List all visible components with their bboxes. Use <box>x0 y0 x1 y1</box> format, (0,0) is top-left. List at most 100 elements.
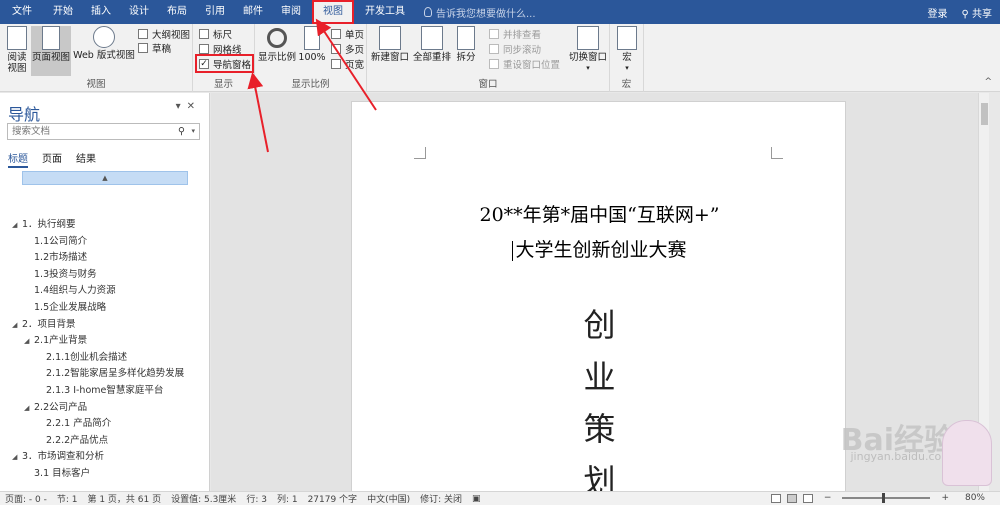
ruler-checkbox[interactable]: 标尺 <box>199 27 232 41</box>
macro-record-icon[interactable]: ▣ <box>472 494 481 504</box>
expand-triangle-icon[interactable]: ◢ <box>24 400 34 417</box>
page-width-button[interactable]: 页宽 <box>331 57 364 71</box>
outline-view-button[interactable]: 大纲视图 <box>138 27 190 41</box>
zoom-slider[interactable] <box>842 493 931 503</box>
outline-item[interactable]: ◢ 3．市场调查和分析 <box>0 449 210 466</box>
new-window-button[interactable]: 新建窗口 <box>370 26 410 63</box>
tab-layout[interactable]: 布局 <box>158 0 196 24</box>
outline-item[interactable]: 2.2.1 产品简介 <box>0 416 210 433</box>
status-page-count[interactable]: 第 1 页，共 61 页 <box>87 492 161 505</box>
outline-item[interactable]: 2.1.2智能家居呈多样化趋势发展 <box>0 366 210 383</box>
one-page-button[interactable]: 单页 <box>331 27 364 41</box>
selected-heading-bar[interactable]: ▲ <box>22 171 188 185</box>
zoom-100-button[interactable]: 100% <box>298 26 326 63</box>
outline-item[interactable]: 1.2市场描述 <box>0 250 210 267</box>
tab-home[interactable]: 开始 <box>44 0 82 24</box>
status-position[interactable]: 设置值: 5.3厘米 <box>171 492 236 505</box>
lightbulb-icon <box>424 7 432 17</box>
macro-icon <box>617 26 637 50</box>
outline-item[interactable]: ◢ 2.2公司产品 <box>0 400 210 417</box>
zoom-group-label: 显示比例 <box>291 79 330 90</box>
login-link[interactable]: 登录 <box>927 5 947 20</box>
outline-item[interactable]: 2.1.1创业机会描述 <box>0 350 210 367</box>
expand-triangle-icon[interactable]: ◢ <box>12 449 22 466</box>
multi-page-button[interactable]: 多页 <box>331 42 364 56</box>
nav-pane-title: 导航 <box>8 105 41 124</box>
status-language[interactable]: 中文(中国) <box>367 492 410 505</box>
zoom-out-icon[interactable]: − <box>824 493 832 503</box>
scroll-thumb[interactable] <box>981 103 988 125</box>
read-view-icon[interactable] <box>770 493 781 503</box>
read-mode-button[interactable]: 阅读 视图 <box>3 26 31 74</box>
outline-item[interactable]: 3.1 目标客户 <box>0 466 210 483</box>
outline-item-label: 1．执行纲要 <box>22 219 76 230</box>
sync-scroll-button[interactable]: 同步滚动 <box>489 42 541 56</box>
outline-item-label: 1.4组织与人力资源 <box>34 285 116 297</box>
document-page[interactable]: 20**年第*届中国“互联网+” 大学生创新创业大赛 创 业 策 划 <box>351 101 846 501</box>
share-button[interactable]: ⚲ 共享 <box>961 5 992 20</box>
reset-position-label: 重设窗口位置 <box>503 60 561 71</box>
tab-mailings[interactable]: 邮件 <box>234 0 272 24</box>
zoom-slider-knob[interactable] <box>882 493 886 503</box>
tab-pages[interactable]: 页面 <box>42 150 62 168</box>
reset-position-button[interactable]: 重设窗口位置 <box>489 57 560 71</box>
outline-icon <box>138 29 148 39</box>
big-char-2: 业 <box>583 358 616 396</box>
status-section[interactable]: 节: 1 <box>57 492 78 505</box>
status-row[interactable]: 行: 3 <box>246 492 267 505</box>
status-col[interactable]: 列: 1 <box>277 492 298 505</box>
zoom-level[interactable]: 80% <box>965 493 985 503</box>
print-layout-label: 页面视图 <box>31 52 70 63</box>
nav-pane-controls[interactable]: ▾✕ <box>176 101 201 112</box>
side-by-side-button[interactable]: 并排查看 <box>489 27 541 41</box>
status-track-changes[interactable]: 修订: 关闭 <box>420 492 462 505</box>
arrange-all-button[interactable]: 全部重排 <box>412 26 452 63</box>
tell-me-box[interactable]: 告诉我您想要做什么... <box>424 5 536 20</box>
web-layout-button[interactable]: Web 版式视图 <box>73 26 135 61</box>
outline-item[interactable]: ◢ 1．执行纲要 <box>0 217 210 234</box>
multi-page-icon <box>331 44 341 54</box>
tab-design[interactable]: 设计 <box>120 0 158 24</box>
status-word-count[interactable]: 27179 个字 <box>308 492 358 505</box>
outline-item[interactable]: 1.5企业发展战略 <box>0 300 210 317</box>
outline-item[interactable]: ◢ 2.1产业背景 <box>0 333 210 350</box>
outline-item[interactable]: 1.4组织与人力资源 <box>0 283 210 300</box>
tab-review[interactable]: 审阅 <box>272 0 310 24</box>
zoom-in-icon[interactable]: + <box>941 493 949 503</box>
outline-item[interactable]: 2.1.3 I-home智慧家庭平台 <box>0 383 210 400</box>
read-mode-icon <box>7 26 27 50</box>
switch-window-button[interactable]: 切换窗口 ▾ <box>567 26 609 74</box>
chevron-down-icon[interactable]: ▾ <box>191 126 195 137</box>
print-view-icon[interactable] <box>786 493 797 503</box>
expand-triangle-icon[interactable]: ◢ <box>24 333 34 350</box>
tab-references[interactable]: 引用 <box>196 0 234 24</box>
print-layout-button[interactable]: 页面视图 <box>31 26 71 76</box>
tab-headings[interactable]: 标题 <box>8 150 28 168</box>
outline-item[interactable]: ◢ 2．项目背景 <box>0 317 210 334</box>
page-100-icon <box>304 26 320 50</box>
nav-options-icon[interactable]: ▾ <box>176 101 187 112</box>
draft-view-button[interactable]: 草稿 <box>138 41 171 55</box>
search-input[interactable]: 搜索文档 ⚲ ▾ <box>7 123 200 140</box>
zoom-button[interactable]: 显示比例 <box>258 26 296 63</box>
tab-developer[interactable]: 开发工具 <box>356 0 414 24</box>
close-icon[interactable]: ✕ <box>187 101 201 112</box>
outline-item[interactable]: 2.2.2产品优点 <box>0 433 210 450</box>
text-cursor <box>512 241 514 261</box>
collapse-ribbon-icon[interactable]: ^ <box>984 77 992 87</box>
outline-item[interactable]: 1.1公司简介 <box>0 234 210 251</box>
outline-item[interactable]: 1.3投资与财务 <box>0 267 210 284</box>
tab-file[interactable]: 文件 <box>0 0 44 24</box>
split-button[interactable]: 拆分 <box>454 26 478 63</box>
search-icon[interactable]: ⚲ <box>178 126 185 137</box>
web-view-icon[interactable] <box>802 493 813 503</box>
expand-triangle-icon[interactable]: ◢ <box>12 317 22 334</box>
tab-results[interactable]: 结果 <box>76 150 96 168</box>
tab-insert[interactable]: 插入 <box>82 0 120 24</box>
show-group: 标尺 网格线 ✓ 导航窗格 显示 <box>193 24 255 92</box>
status-page[interactable]: 页面: - 0 - <box>5 492 47 505</box>
expand-triangle-icon[interactable]: ◢ <box>12 217 22 234</box>
tab-view[interactable]: 视图 <box>312 0 354 24</box>
draft-icon <box>138 43 148 53</box>
macro-button[interactable]: 宏 ▾ <box>614 26 640 74</box>
